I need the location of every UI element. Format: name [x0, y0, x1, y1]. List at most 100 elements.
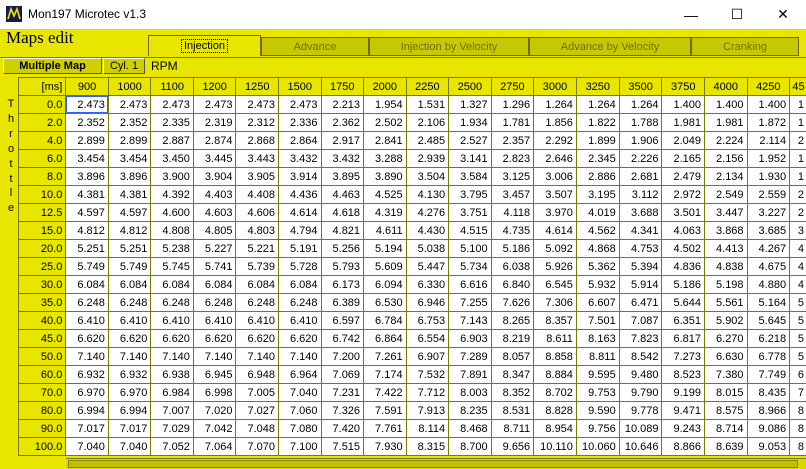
map-cell[interactable]: 7.174 [363, 365, 407, 384]
map-cell[interactable]: 3.914 [277, 167, 322, 186]
map-cell[interactable]: 1.856 [533, 113, 577, 132]
map-cell[interactable]: 1.531 [405, 95, 450, 114]
map-cell[interactable]: 2.502 [363, 113, 407, 132]
map-cell[interactable]: 7.042 [192, 419, 237, 438]
map-cell[interactable]: 4.618 [320, 203, 365, 222]
map-cell[interactable]: 4.130 [405, 185, 450, 204]
map-cell[interactable]: 2.165 [661, 149, 706, 168]
map-cell[interactable]: 4.430 [405, 221, 450, 240]
map-cell[interactable]: 7.140 [235, 347, 279, 366]
map-cell[interactable]: 2.224 [704, 131, 748, 150]
map-cell[interactable]: 7.100 [277, 437, 322, 456]
tab-injection-by-velocity[interactable]: Injection by Velocity [369, 37, 529, 56]
map-cell[interactable]: 3.905 [235, 167, 279, 186]
map-cell[interactable]: 5.739 [235, 257, 279, 276]
map-cell[interactable]: 9.656 [490, 437, 535, 456]
map-cell[interactable]: 8.700 [448, 437, 492, 456]
map-cell[interactable]: 1.400 [704, 95, 748, 114]
map-cell[interactable]: 4.868 [575, 239, 620, 258]
map-cell[interactable]: 6.630 [704, 347, 748, 366]
map-cell[interactable]: 6.607 [575, 293, 620, 312]
map-cell[interactable]: 7.029 [150, 419, 194, 438]
map-cell[interactable]: 2.357 [490, 131, 535, 150]
map-cell[interactable]: 7.501 [575, 311, 620, 330]
map-cell[interactable]: 4.880 [746, 275, 791, 294]
map-cell[interactable]: 10.110 [533, 437, 577, 456]
map-cell[interactable]: 4.319 [363, 203, 407, 222]
map-cell[interactable]: 8.811 [575, 347, 620, 366]
minimize-button[interactable]: — [668, 0, 714, 29]
map-cell[interactable]: 1.930 [746, 167, 791, 186]
map-cell[interactable]: 9.199 [661, 383, 706, 402]
map-cell[interactable]: 5.926 [533, 257, 577, 276]
map-cell[interactable]: 5.194 [363, 239, 407, 258]
map-cell[interactable]: 2.352 [65, 113, 109, 132]
map-cell[interactable]: 4.463 [320, 185, 365, 204]
map-cell[interactable]: 2.352 [107, 113, 152, 132]
map-cell[interactable]: 6.945 [192, 365, 237, 384]
map-cell[interactable]: 5 [789, 311, 806, 330]
map-cell[interactable]: 2.473 [235, 95, 279, 114]
map-cell[interactable]: 6.998 [192, 383, 237, 402]
map-cell[interactable]: 4.812 [107, 221, 152, 240]
map-cell[interactable]: 1.899 [575, 131, 620, 150]
map-cell[interactable]: 6.970 [65, 383, 109, 402]
map-cell[interactable]: 6.248 [192, 293, 237, 312]
map-cell[interactable]: 7.140 [277, 347, 322, 366]
map-cell[interactable]: 7.040 [277, 383, 322, 402]
map-cell[interactable]: 5.256 [320, 239, 365, 258]
map-cell[interactable]: 10.646 [618, 437, 663, 456]
map-cell[interactable]: 4.413 [704, 239, 748, 258]
map-cell[interactable]: 3.890 [363, 167, 407, 186]
map-cell[interactable]: 4.812 [65, 221, 109, 240]
map-cell[interactable]: 7.591 [363, 401, 407, 420]
map-cell[interactable]: 2.864 [277, 131, 322, 150]
map-cell[interactable]: 7.052 [150, 437, 194, 456]
map-cell[interactable]: 7.080 [277, 419, 322, 438]
map-cell[interactable]: 5 [789, 293, 806, 312]
map-cell[interactable]: 9.590 [575, 401, 620, 420]
map-cell[interactable]: 2.939 [405, 149, 450, 168]
map-cell[interactable]: 7.913 [405, 401, 450, 420]
map-cell[interactable]: 8.015 [704, 383, 748, 402]
map-cell[interactable]: 6.410 [107, 311, 152, 330]
map-cell[interactable]: 8.966 [746, 401, 791, 420]
map-cell[interactable]: 2.335 [150, 113, 194, 132]
map-cell[interactable]: 6.948 [235, 365, 279, 384]
map-cell[interactable]: 8 [789, 401, 806, 420]
map-cell[interactable]: 6.270 [704, 329, 748, 348]
map-cell[interactable]: 7.420 [320, 419, 365, 438]
map-cell[interactable]: 6.218 [746, 329, 791, 348]
map-cell[interactable]: 4 [789, 275, 806, 294]
map-cell[interactable]: 5.741 [192, 257, 237, 276]
map-cell[interactable]: 2.362 [320, 113, 365, 132]
map-cell[interactable]: 8.858 [533, 347, 577, 366]
map-cell[interactable]: 2.549 [704, 185, 748, 204]
map-cell[interactable]: 7.273 [661, 347, 706, 366]
map-cell[interactable]: 8.347 [490, 365, 535, 384]
map-cell[interactable]: 8.954 [533, 419, 577, 438]
map-cell[interactable]: 7.040 [107, 437, 152, 456]
map-cell[interactable]: 1 [789, 149, 806, 168]
map-cell[interactable]: 4.836 [661, 257, 706, 276]
map-cell[interactable]: 1 [789, 167, 806, 186]
map-cell[interactable]: 8.866 [661, 437, 706, 456]
map-cell[interactable]: 8.711 [490, 419, 535, 438]
map-cell[interactable]: 6.410 [277, 311, 322, 330]
map-cell[interactable]: 3.288 [363, 149, 407, 168]
map-cell[interactable]: 2.473 [65, 95, 109, 114]
tab-advance[interactable]: Advance [261, 37, 369, 56]
map-cell[interactable]: 7.020 [192, 401, 237, 420]
horizontal-scrollbar[interactable] [66, 458, 806, 469]
map-cell[interactable]: 4.436 [277, 185, 322, 204]
map-cell[interactable]: 1.934 [448, 113, 492, 132]
map-cell[interactable]: 4.525 [363, 185, 407, 204]
map-cell[interactable]: 7.017 [65, 419, 109, 438]
map-cell[interactable]: 3.970 [533, 203, 577, 222]
map-cell[interactable]: 3.432 [277, 149, 322, 168]
map-cell[interactable]: 5.186 [490, 239, 535, 258]
map-cell[interactable]: 6.840 [490, 275, 535, 294]
map-cell[interactable]: 4.562 [575, 221, 620, 240]
map-cell[interactable]: 5.238 [150, 239, 194, 258]
scrollbar-thumb[interactable] [68, 460, 798, 468]
